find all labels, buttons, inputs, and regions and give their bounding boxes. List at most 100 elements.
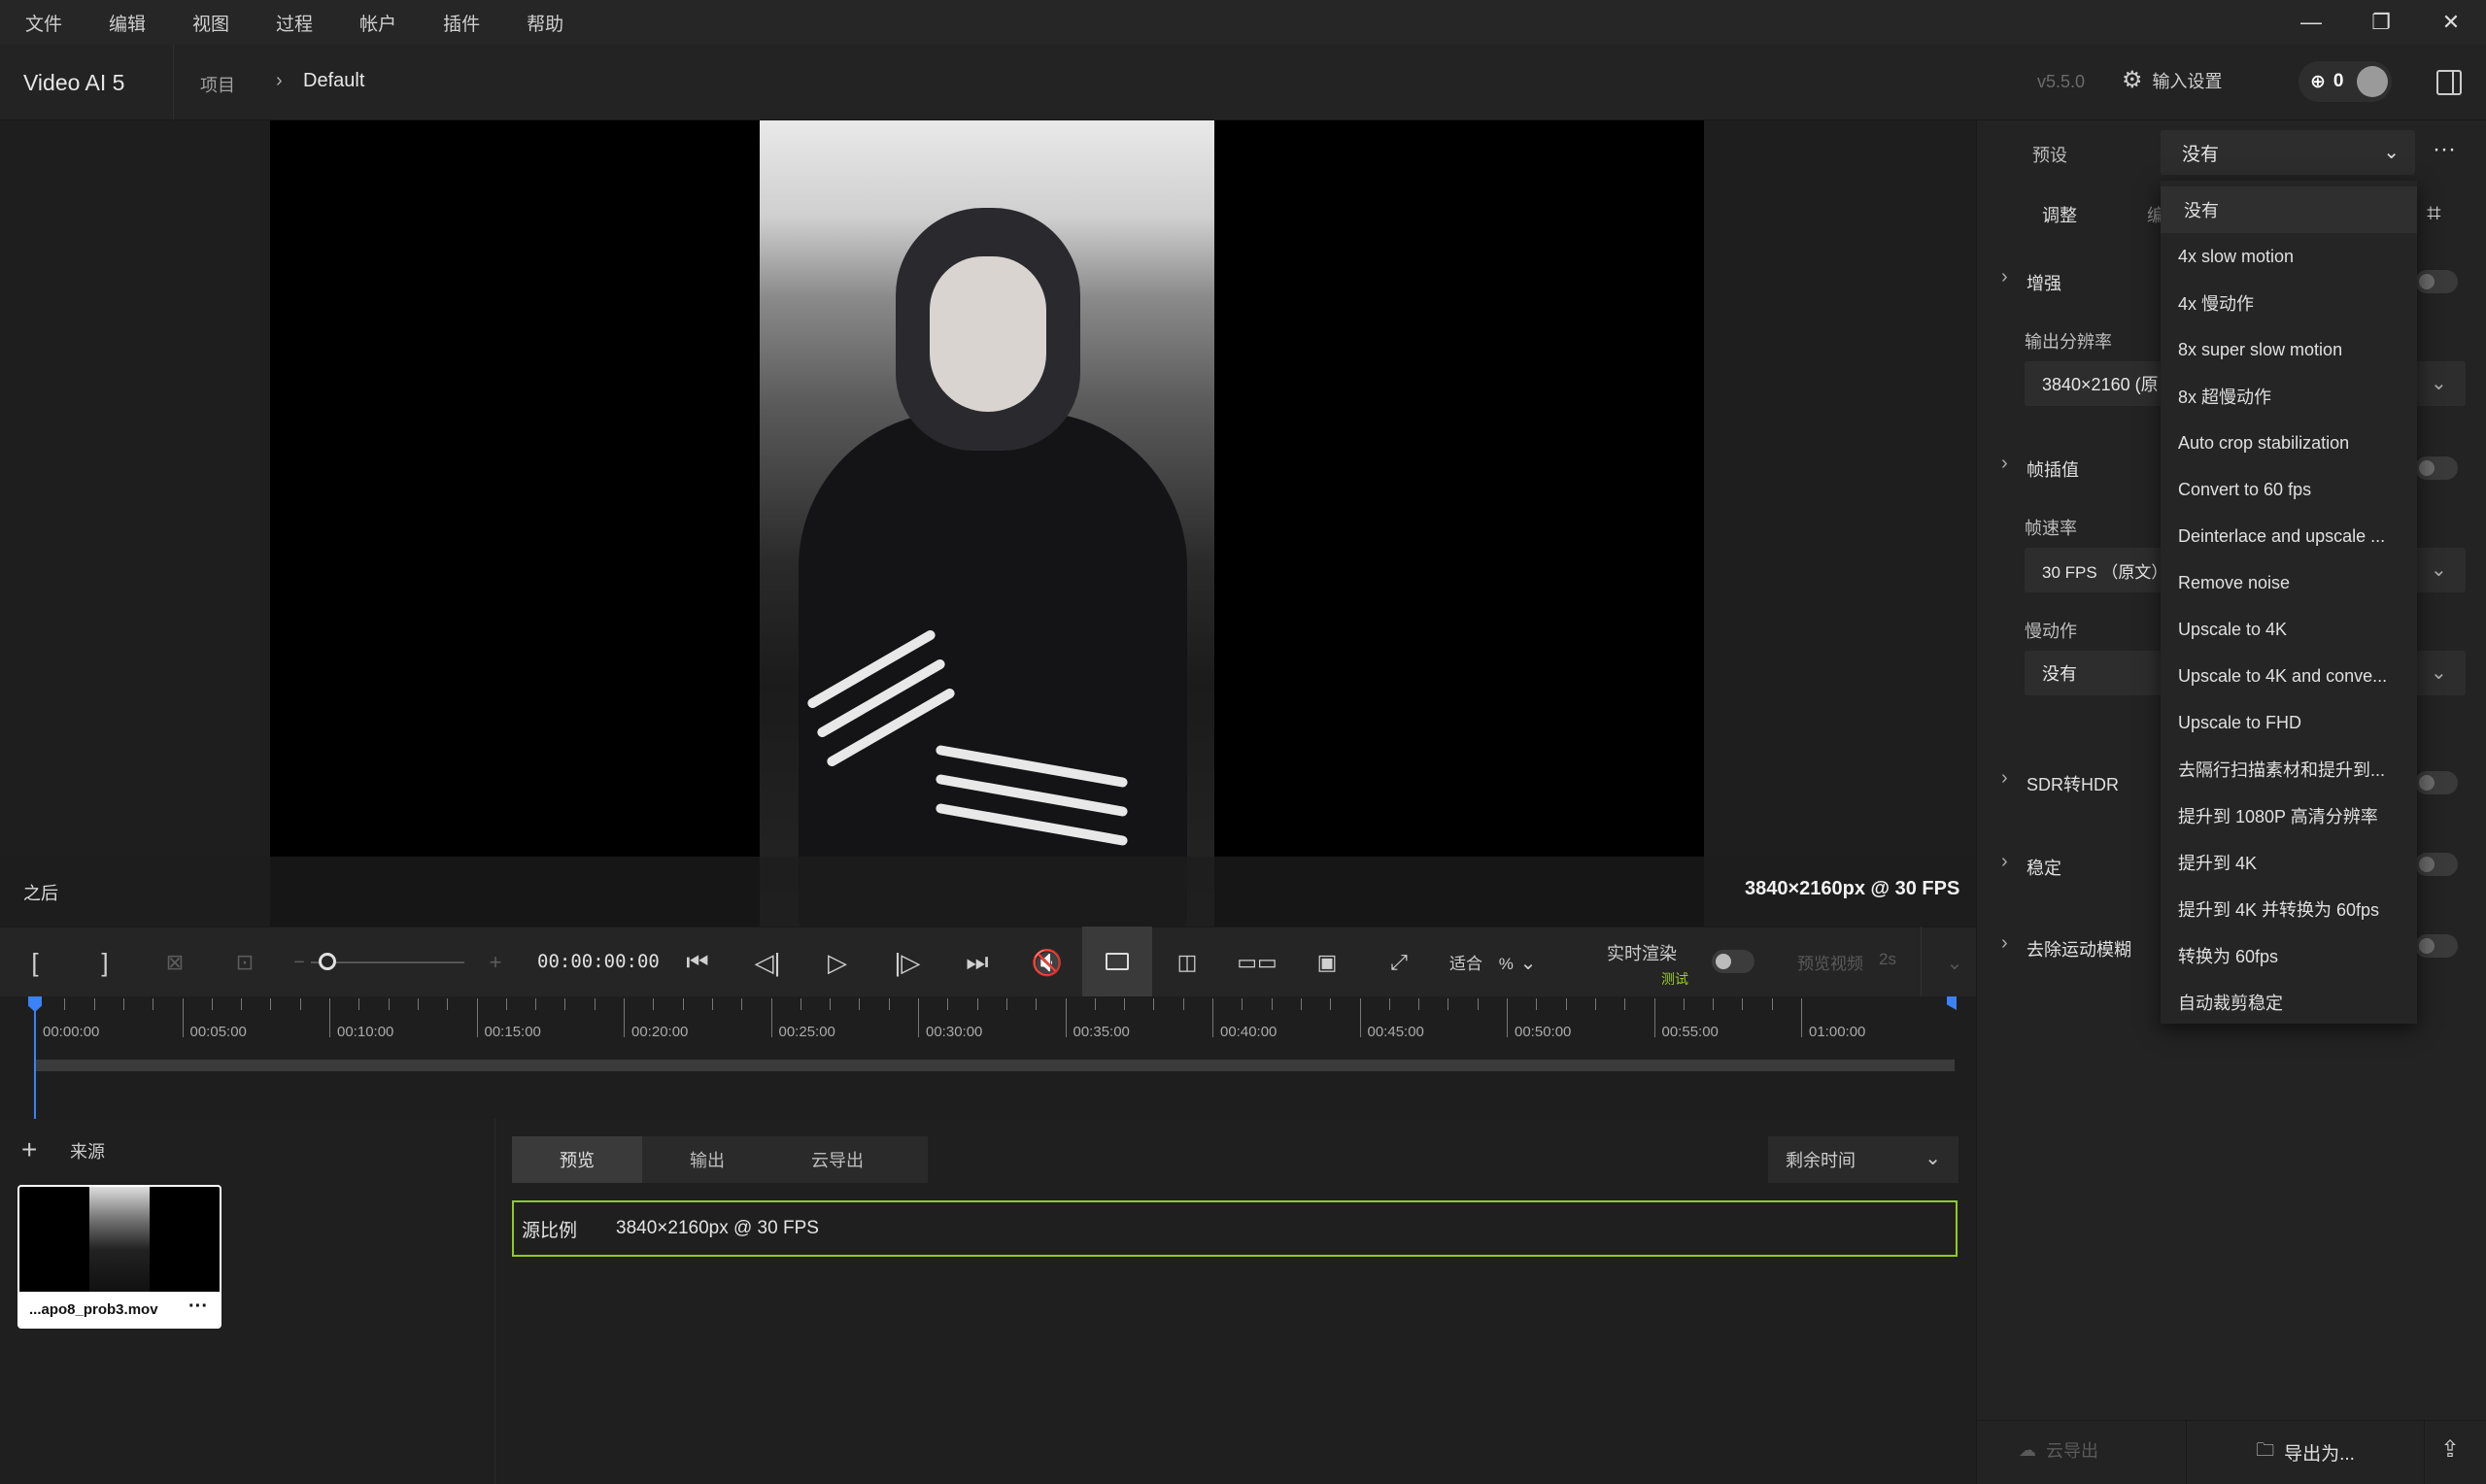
breadcrumb-default[interactable]: Default [303, 70, 364, 92]
skip-to-start-icon[interactable]: ⏮ [676, 928, 719, 997]
stabilize-section[interactable]: 稳定 [2026, 855, 2061, 880]
chevron-right-icon[interactable]: › [2001, 266, 2008, 288]
chevron-right-icon[interactable]: › [2001, 851, 2008, 873]
zoom-out-icon[interactable]: − [288, 928, 311, 997]
motion-deblur-toggle[interactable] [2415, 934, 2458, 958]
remaining-time-select[interactable]: 剩余时间 ⌄ [1768, 1136, 1958, 1183]
chevron-right-icon[interactable]: › [2001, 767, 2008, 790]
export-row[interactable]: 源比例 3840×2160px @ 30 FPS [512, 1200, 1958, 1257]
more-options-icon[interactable]: ··· [2433, 136, 2456, 163]
preset-option[interactable]: Upscale to 4K and conve... [2161, 653, 2417, 699]
preset-option[interactable]: Deinterlace and upscale ... [2161, 513, 2417, 559]
restore-icon[interactable]: ❐ [2346, 0, 2416, 45]
frame-interpolation-toggle[interactable] [2415, 456, 2458, 480]
playhead[interactable] [34, 1000, 36, 1119]
skip-to-end-icon[interactable]: ⏭ [956, 928, 999, 997]
side-by-side-icon[interactable]: ▭▭ [1236, 928, 1278, 997]
preview-duration[interactable]: 2s [1879, 950, 1896, 969]
timeline[interactable] [0, 996, 1976, 1119]
menu-view[interactable]: 视图 [192, 10, 229, 36]
chevron-right-icon[interactable]: › [2001, 453, 2008, 475]
enhance-toggle[interactable] [2415, 270, 2458, 293]
menu-file[interactable]: 文件 [25, 10, 62, 36]
preset-option[interactable]: 提升到 4K 并转换为 60fps [2161, 886, 2417, 932]
step-back-icon[interactable]: ◁| [746, 928, 789, 997]
preset-option[interactable]: 提升到 4K [2161, 839, 2417, 886]
preset-option[interactable]: 提升到 1080P 高清分辨率 [2161, 793, 2417, 839]
preset-option[interactable]: 8x 超慢动作 [2161, 373, 2417, 420]
preset-option[interactable]: Auto crop stabilization [2161, 420, 2417, 466]
source-card[interactable]: ...apo8_prob3.mov ··· [17, 1185, 221, 1329]
mark-out-icon[interactable]: ] [84, 928, 126, 997]
timeline-tick-label: 00:40:00 [1220, 1024, 1277, 1040]
preset-option[interactable]: 8x super slow motion [2161, 326, 2417, 373]
breadcrumb-project[interactable]: 项目 [200, 72, 235, 97]
preset-option[interactable]: Remove noise [2161, 559, 2417, 606]
preset-option[interactable]: 去隔行扫描素材和提升到... [2161, 746, 2417, 793]
timeline-major-tick [1653, 998, 1655, 1037]
cloud-export-button[interactable]: ☁ 云导出 [2019, 1437, 2098, 1463]
preset-select[interactable]: 没有 ⌄ [2161, 130, 2415, 175]
add-source-icon[interactable]: + [21, 1134, 37, 1165]
export-as-button[interactable]: 🗀 导出为... [2186, 1420, 2425, 1484]
input-settings-button[interactable]: ⚙ 输入设置 [2122, 66, 2223, 94]
preset-option[interactable]: 转换为 60fps [2161, 932, 2417, 979]
sdr-to-hdr-toggle[interactable] [2415, 771, 2458, 794]
split-view-icon[interactable]: ◫ [1166, 928, 1209, 997]
timeline-tick-label: 00:35:00 [1073, 1024, 1130, 1040]
minimize-icon[interactable]: — [2276, 0, 2346, 45]
fullscreen-icon[interactable]: ⤢ [1378, 928, 1420, 997]
menu-plugins[interactable]: 插件 [443, 10, 480, 36]
clear-marks-icon[interactable]: ⊠ [153, 928, 196, 997]
chevron-down-icon[interactable]: ⌄ [1933, 928, 1976, 997]
more-icon[interactable]: ··· [188, 1296, 208, 1318]
preset-option[interactable]: Upscale to FHD [2161, 699, 2417, 746]
tab-preview[interactable]: 预览 [512, 1136, 642, 1183]
mute-icon[interactable]: 🔇 [1026, 928, 1069, 997]
step-forward-icon[interactable]: |▷ [886, 928, 929, 997]
credits-badge[interactable]: ⊕ 0 [2299, 61, 2392, 102]
play-icon[interactable]: ▷ [816, 928, 859, 997]
crop-icon[interactable]: ⌗ [2427, 198, 2441, 229]
realtime-render-toggle[interactable] [1712, 950, 1754, 973]
single-view-button[interactable] [1082, 927, 1152, 996]
tab-cloud-export[interactable]: 云导出 [772, 1136, 902, 1183]
share-icon[interactable]: ⇪ [2440, 1435, 2460, 1464]
panel-toggle-icon[interactable] [2436, 70, 2462, 95]
sdr-to-hdr-section[interactable]: SDR转HDR [2026, 771, 2119, 796]
menu-help[interactable]: 帮助 [527, 10, 563, 36]
fit-zoom-select[interactable]: 适合 % [1449, 950, 1514, 974]
motion-deblur-section[interactable]: 去除运动模糊 [2026, 936, 2131, 961]
tab-output[interactable]: 输出 [642, 1136, 772, 1183]
timeline-major-tick [1359, 998, 1361, 1037]
compare-icon[interactable]: ▣ [1306, 928, 1348, 997]
preset-option[interactable]: Upscale to 4K [2161, 606, 2417, 653]
preset-option[interactable]: 4x 慢动作 [2161, 280, 2417, 326]
preset-option[interactable]: 4x slow motion [2161, 233, 2417, 280]
zoom-in-icon[interactable]: + [484, 928, 507, 997]
stabilize-toggle[interactable] [2415, 853, 2458, 876]
zoom-fit-icon[interactable]: ⊡ [223, 928, 266, 997]
timeline-track[interactable] [35, 1060, 1955, 1071]
timeline-minor-tick [830, 998, 832, 1010]
preset-option[interactable]: 自动裁剪稳定 [2161, 979, 2417, 1026]
avatar[interactable] [2357, 66, 2388, 97]
mark-in-icon[interactable]: [ [14, 928, 56, 997]
after-label: 之后 [23, 884, 58, 903]
preview-video-button[interactable]: 预览视频 [1797, 950, 1863, 974]
menu-process[interactable]: 过程 [276, 10, 313, 36]
timeline-minor-tick [1447, 998, 1449, 1010]
menu-edit[interactable]: 编辑 [109, 10, 146, 36]
close-icon[interactable]: ✕ [2416, 0, 2486, 45]
enhance-section[interactable]: 增强 [2026, 270, 2061, 295]
preset-option[interactable]: Convert to 60 fps [2161, 466, 2417, 513]
preset-option[interactable]: 没有 [2161, 186, 2417, 233]
tab-adjust[interactable]: 调整 [2042, 202, 2077, 227]
zoom-slider-knob[interactable] [319, 953, 336, 970]
timeline-minor-tick [976, 998, 978, 1010]
chevron-right-icon[interactable]: › [2001, 932, 2008, 955]
chevron-down-icon[interactable]: ⌄ [1514, 928, 1543, 997]
frame-interpolation-section[interactable]: 帧插值 [2026, 456, 2079, 482]
app-name: Video AI 5 [23, 70, 125, 95]
menu-account[interactable]: 帐户 [359, 10, 396, 36]
